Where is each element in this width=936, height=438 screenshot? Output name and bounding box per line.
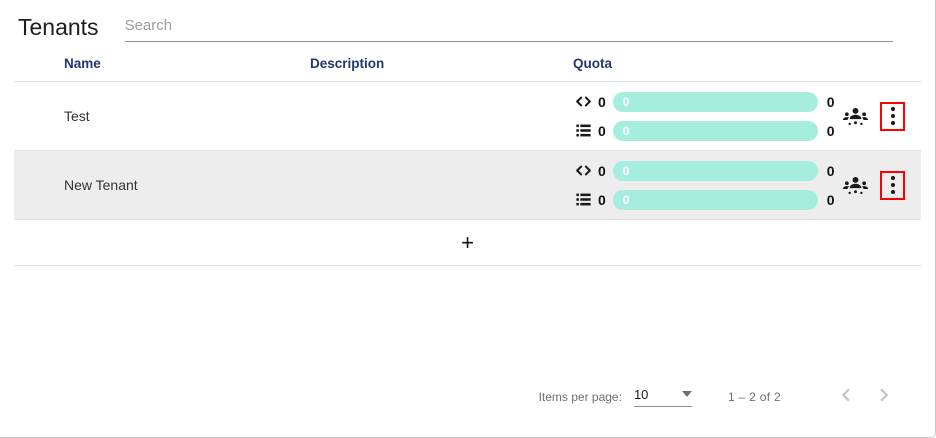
previous-page-button[interactable]	[835, 384, 857, 409]
quota-used-value: 0	[598, 94, 606, 110]
column-header-name: Name	[14, 56, 296, 71]
kebab-menu-highlight[interactable]	[880, 171, 905, 200]
list-icon	[573, 121, 593, 141]
kebab-menu-icon	[891, 176, 895, 194]
users-group-icon[interactable]	[841, 171, 869, 199]
table-row[interactable]: New Tenant 0 0 0 0 0 0	[14, 151, 921, 220]
quota-progress-bar: 0	[613, 190, 818, 210]
page-title: Tenants	[18, 12, 99, 42]
kebab-menu-highlight[interactable]	[880, 102, 905, 131]
items-per-page-select[interactable]: 10	[634, 387, 692, 407]
column-header-quota: Quota	[560, 56, 921, 71]
column-header-description: Description	[296, 56, 560, 71]
quota-progress-bar: 0	[613, 121, 818, 141]
page-range-label: 1 – 2 of 2	[728, 390, 781, 404]
tenant-quota-cell: 0 0 0 0 0 0	[560, 84, 921, 149]
dropdown-caret-icon	[682, 391, 692, 397]
next-page-button[interactable]	[873, 384, 895, 409]
items-per-page-value: 10	[634, 387, 648, 402]
chevron-right-icon	[873, 384, 895, 409]
search-field-wrapper	[125, 13, 893, 42]
users-group-icon[interactable]	[841, 102, 869, 130]
kebab-menu-icon	[891, 107, 895, 125]
add-tenant-button[interactable]: +	[461, 232, 474, 254]
row-actions	[841, 171, 905, 200]
quota-used-value: 0	[598, 163, 606, 179]
quota-limit-value: 0	[827, 192, 835, 208]
quota-used-value: 0	[598, 123, 606, 139]
tenants-page: Tenants Name Description Quota Test 0 0 …	[0, 0, 936, 438]
quota-progress-bar: 0	[613, 161, 818, 181]
code-icon	[573, 161, 593, 181]
paginator: Items per page: 10 1 – 2 of 2	[0, 384, 935, 437]
chevron-left-icon	[835, 384, 857, 409]
tenant-quota-cell: 0 0 0 0 0 0	[560, 153, 921, 218]
quota-limit-value: 0	[827, 163, 835, 179]
code-icon	[573, 92, 593, 112]
quota-progress-bar: 0	[613, 92, 818, 112]
table-row[interactable]: Test 0 0 0 0 0 0	[14, 82, 921, 151]
add-tenant-row: +	[14, 220, 921, 266]
row-actions	[841, 102, 905, 131]
tenant-name: New Tenant	[14, 177, 296, 193]
page-header: Tenants	[0, 0, 935, 42]
search-input[interactable]	[125, 13, 893, 42]
items-per-page-label: Items per page:	[539, 390, 622, 404]
quota-limit-value: 0	[827, 123, 835, 139]
quota-limit-value: 0	[827, 94, 835, 110]
quota-line-functions: 0 0 0	[573, 92, 835, 112]
empty-space	[0, 266, 935, 384]
quota-line-services: 0 0 0	[573, 121, 835, 141]
quota-line-functions: 0 0 0	[573, 161, 835, 181]
table-header: Name Description Quota	[14, 48, 921, 82]
tenant-name: Test	[14, 108, 296, 124]
quota-used-value: 0	[598, 192, 606, 208]
quota-line-services: 0 0 0	[573, 190, 835, 210]
list-icon	[573, 190, 593, 210]
